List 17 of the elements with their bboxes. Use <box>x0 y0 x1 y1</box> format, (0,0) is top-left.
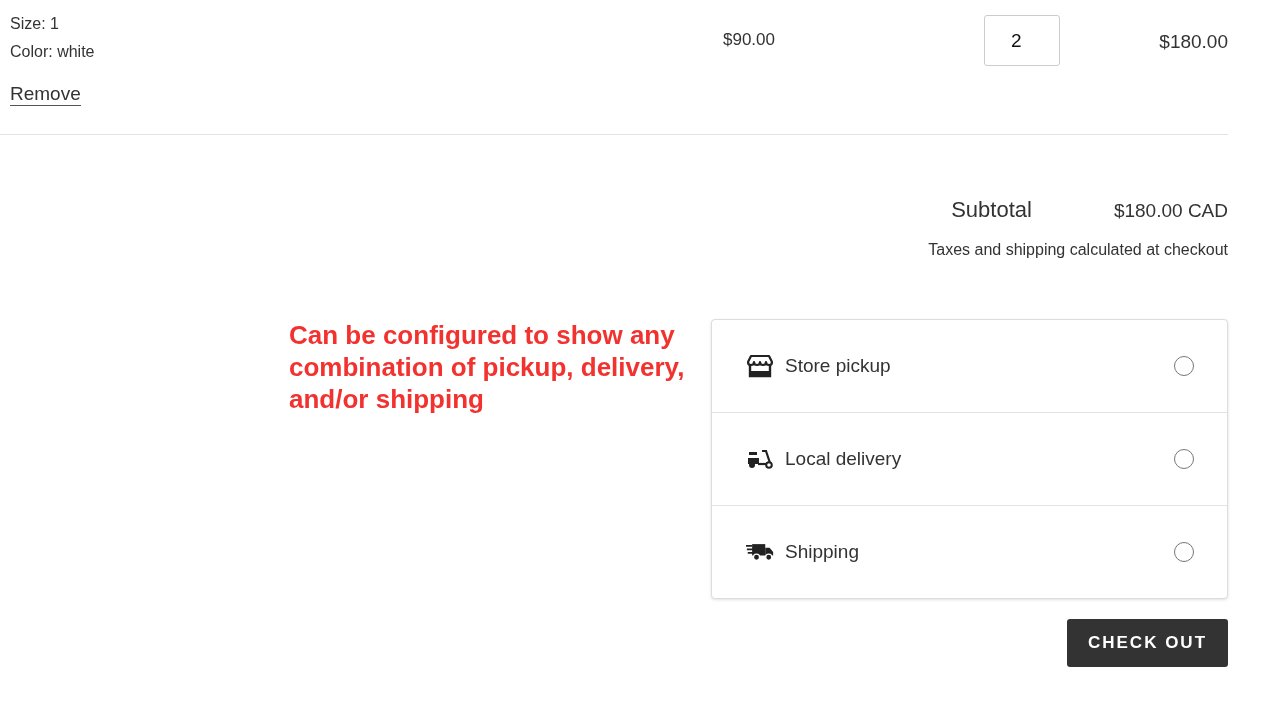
subtotal-label: Subtotal <box>951 197 1032 223</box>
option-label: Shipping <box>785 541 859 563</box>
line-total: $180.00 <box>1159 31 1228 52</box>
storefront-icon <box>747 354 773 378</box>
variant-detail: Size: 1 <box>10 14 60 34</box>
annotation-text: Can be configured to show any combination of pickup, delivery, and/or shipping <box>289 319 686 416</box>
variant-detail: Color: white <box>10 42 96 62</box>
checkout-note: Taxes and shipping calculated at checkout <box>928 241 1228 258</box>
truck-icon <box>746 541 774 563</box>
remove-link[interactable]: Remove <box>10 83 81 106</box>
checkout-button[interactable]: CHECK OUT <box>1067 619 1228 667</box>
option-label: Local delivery <box>785 448 902 470</box>
option-label: Store pickup <box>785 355 891 377</box>
scooter-icon <box>747 449 773 469</box>
quantity-field[interactable]: 2 <box>984 15 1060 66</box>
subtotal-value: $180.00 CAD <box>1113 200 1228 222</box>
unit-price: $90.00 <box>723 29 775 50</box>
